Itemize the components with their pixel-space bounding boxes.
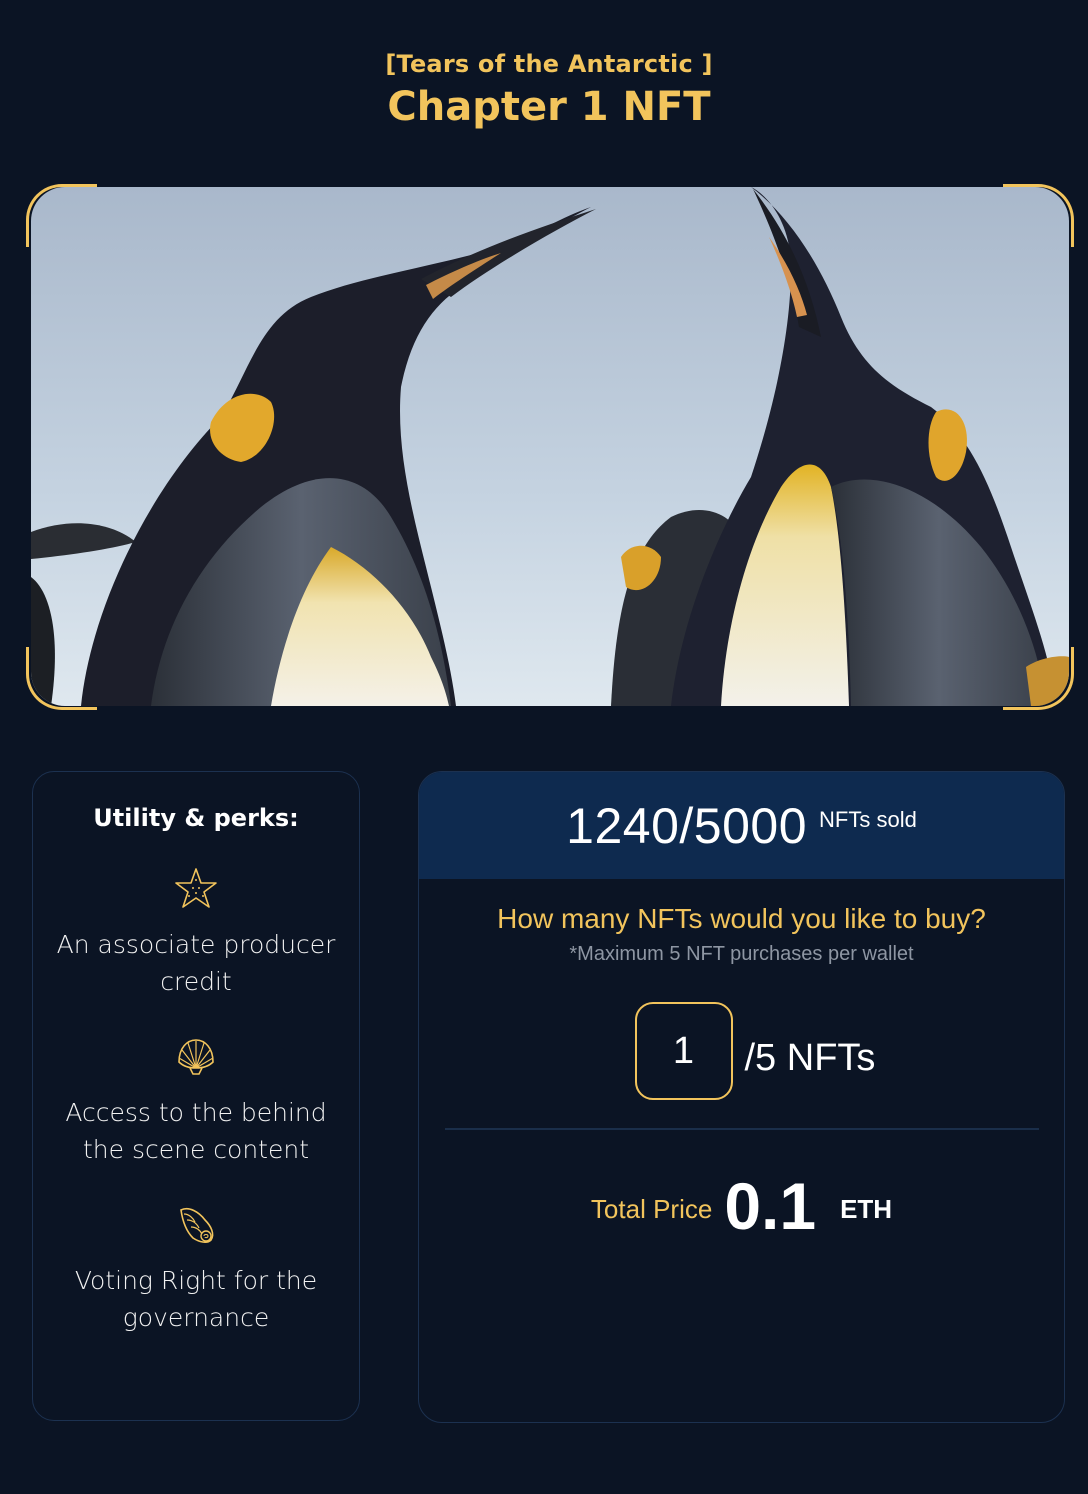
perk-item: An associate producer credit [33, 866, 359, 1000]
total-price-value: 0.1 [724, 1169, 817, 1243]
collection-subtitle: [Tears of the Antarctic ] [385, 50, 713, 78]
perk-item: Access to the behind the scene content [33, 1034, 359, 1168]
conch-shell-icon [180, 1207, 214, 1243]
quantity-input[interactable]: 1 [634, 1002, 733, 1100]
perk-item: Voting Right for the governance [33, 1202, 359, 1336]
frame-corner [26, 184, 97, 247]
hero-image [31, 187, 1069, 706]
sold-counter-header: 1240/5000 NFTs sold [419, 772, 1064, 879]
currency-label: ETH [840, 1193, 893, 1224]
frame-corner [1003, 647, 1074, 710]
sold-count: 1240/5000 [566, 797, 808, 854]
hero-image-frame [26, 184, 1074, 710]
page-title: Chapter 1 NFT [387, 84, 711, 130]
perk-text: Access to the behind the scene content [65, 1098, 327, 1164]
total-price-row: Total Price 0.1 ETH [419, 1168, 1064, 1244]
sold-label: NFTs sold [819, 806, 917, 832]
total-price-label: Total Price [590, 1193, 713, 1224]
perks-card: Utility & perks: An associate producer c… [32, 771, 360, 1421]
max-purchase-note: *Maximum 5 NFT purchases per wallet [569, 943, 914, 965]
perk-text: Voting Right for the governance [74, 1266, 318, 1332]
nft-purchase-page: [Tears of the Antarctic ] Chapter 1 NFT [0, 0, 1088, 1494]
perk-text: An associate producer credit [56, 930, 336, 996]
king-penguins-photo [31, 187, 1069, 706]
perks-title: Utility & perks: [93, 804, 299, 832]
frame-corner [1003, 184, 1074, 247]
quantity-row: 1 /5 NFTs [419, 1002, 1064, 1100]
purchase-question: How many NFTs would you like to buy? [497, 903, 986, 934]
starfish-icon [175, 868, 217, 908]
quantity-max-label: /5 NFTs [744, 1036, 876, 1079]
purchase-card: 1240/5000 NFTs sold How many NFTs would … [418, 771, 1065, 1423]
divider [444, 1128, 1039, 1130]
scallop-shell-icon [178, 1039, 214, 1075]
frame-corner [26, 647, 97, 710]
